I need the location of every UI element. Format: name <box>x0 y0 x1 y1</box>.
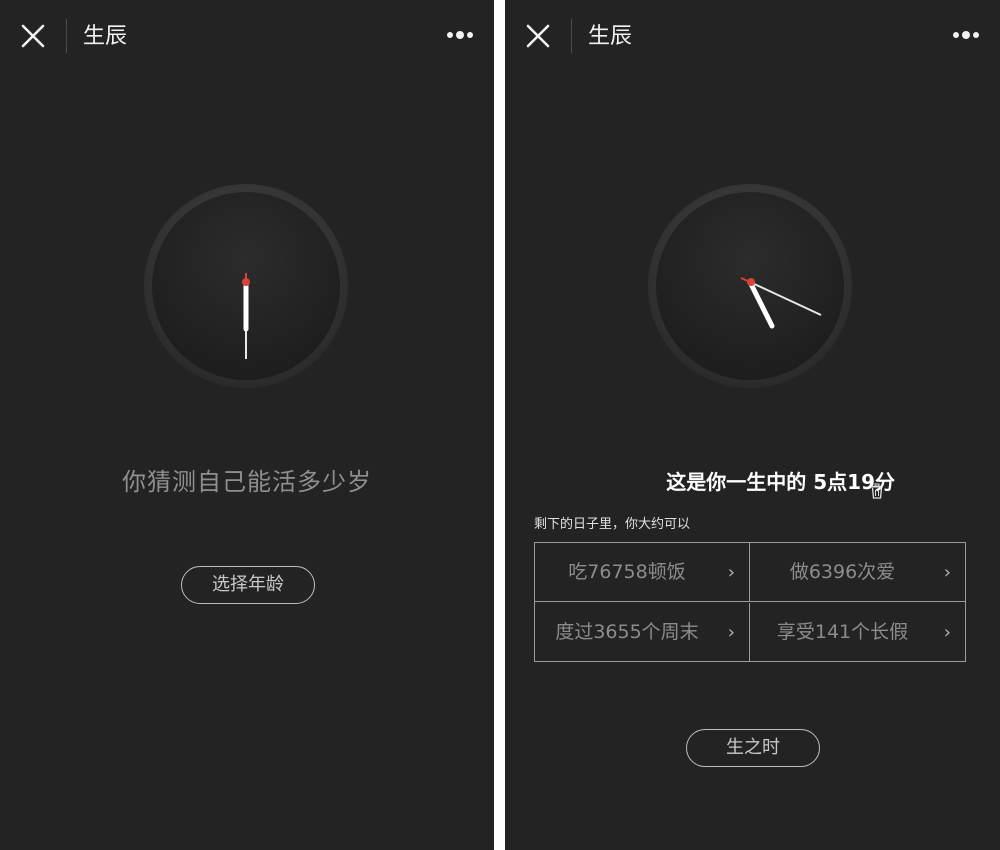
screen-life-result: 生辰 这是你一生中的 5点19分 剩下的日子里，你大约可以 吃76758顿饭 ›… <box>505 0 1000 850</box>
clock <box>645 181 855 391</box>
close-icon <box>21 24 45 48</box>
stat-love[interactable]: 做6396次爱 › <box>750 543 965 602</box>
screen-age-guess: 生辰 你猜测自己能活多少岁 选择年龄 <box>0 0 494 850</box>
close-button[interactable] <box>525 23 551 49</box>
stat-label: 享受141个长假 <box>776 621 909 643</box>
stats-grid: 吃76758顿饭 › 做6396次爱 › 度过3655个周末 › 享受141个长… <box>534 542 966 662</box>
result-text: 这是你一生中的 5点19分 <box>666 470 895 494</box>
header-divider <box>66 19 67 53</box>
select-age-button[interactable]: 选择年龄 <box>181 566 315 604</box>
clock <box>141 181 351 391</box>
stat-label: 做6396次爱 <box>789 561 896 583</box>
header-divider <box>571 19 572 53</box>
question-text: 你猜测自己能活多少岁 <box>122 468 372 496</box>
more-icon <box>447 31 473 39</box>
top-bar: 生辰 <box>505 0 1000 74</box>
stat-label: 度过3655个周末 <box>555 621 699 643</box>
page-title: 生辰 <box>83 24 128 49</box>
stat-weekends[interactable]: 度过3655个周末 › <box>535 603 750 662</box>
clock-center-dot <box>242 278 250 286</box>
stat-holidays[interactable]: 享受141个长假 › <box>750 603 965 662</box>
page-title: 生辰 <box>588 24 633 49</box>
stat-label: 吃76758顿饭 <box>568 561 686 583</box>
chevron-right-icon: › <box>727 622 735 643</box>
more-icon <box>953 31 979 39</box>
top-bar: 生辰 <box>0 0 494 74</box>
stat-meals[interactable]: 吃76758顿饭 › <box>535 543 750 602</box>
chevron-right-icon: › <box>943 622 951 643</box>
life-time-button[interactable]: 生之时 <box>686 729 820 767</box>
close-button[interactable] <box>20 23 46 49</box>
subheading: 剩下的日子里，你大约可以 <box>534 517 691 532</box>
clock-center-dot <box>747 278 755 286</box>
more-button[interactable] <box>446 25 474 45</box>
close-icon <box>526 24 550 48</box>
more-button[interactable] <box>952 25 980 45</box>
delete-button[interactable] <box>870 483 884 499</box>
chevron-right-icon: › <box>727 562 735 583</box>
chevron-right-icon: › <box>943 562 951 583</box>
trash-icon <box>871 483 883 499</box>
